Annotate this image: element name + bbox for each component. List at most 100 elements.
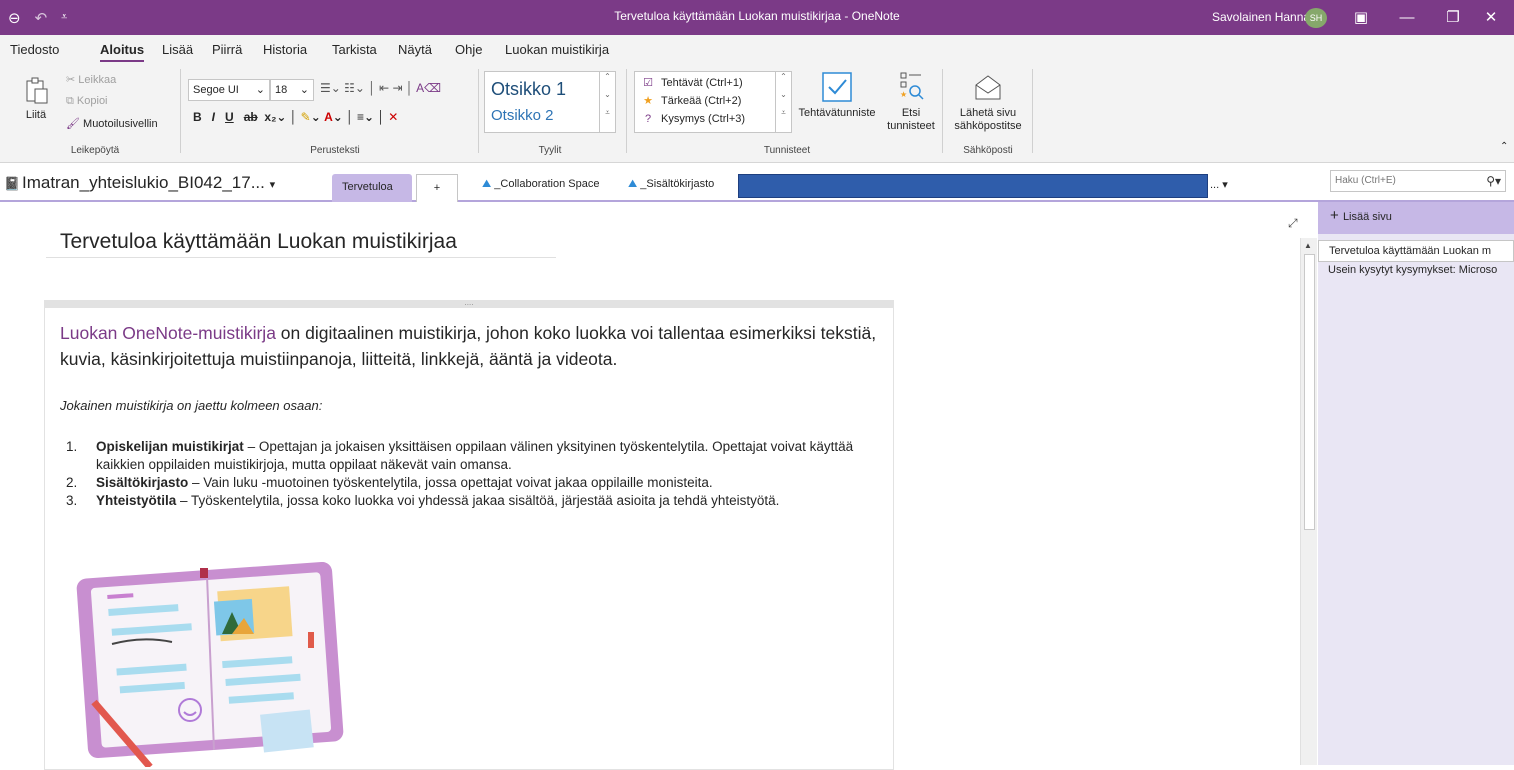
cut-button[interactable]: ✂ Leikkaa xyxy=(66,73,116,86)
todo-tag-button[interactable]: Tehtävätunniste xyxy=(796,71,878,120)
list-buttons[interactable]: ☰⌄ ☷⌄ │ ⇤ ⇥ │ A⌫ xyxy=(320,81,441,95)
collapse-ribbon-icon[interactable]: ⌃ xyxy=(1500,141,1508,152)
list-item: 1. Opiskelijan muistikirjat – Opettajan j… xyxy=(66,439,854,472)
ribbon-display-icon[interactable]: ▣ xyxy=(1338,0,1384,35)
paste-button[interactable]: Liitä xyxy=(22,75,50,122)
page-title[interactable]: Tervetuloa käyttämään Luokan muistikirja… xyxy=(60,230,457,254)
basic-text-group-label: Perusteksti xyxy=(310,145,360,156)
tags-group-label: Tunnisteet xyxy=(763,145,811,156)
fullscreen-icon[interactable]: ⤢ xyxy=(1288,216,1298,231)
avatar[interactable]: SH xyxy=(1305,8,1327,28)
group-divider xyxy=(478,69,479,153)
section-group-collaboration[interactable]: ⛰ _Collaboration Space xyxy=(482,178,599,191)
ribbon: Liitä ✂ Leikkaa ⧉ Kopioi 🖌 Muotoilusivel… xyxy=(0,63,1514,163)
page-list: + Lisää sivu Tervetuloa käyttämään Luoka… xyxy=(1318,202,1514,765)
intro-link[interactable]: Luokan OneNote-muistikirja xyxy=(60,323,276,343)
back-icon[interactable]: ⊖ xyxy=(8,9,21,27)
envelope-icon xyxy=(975,75,1001,100)
checkbox-icon: ☑ xyxy=(643,77,653,89)
notebook-selector[interactable]: Imatran_yhteislukio_BI042_17... ▾ xyxy=(22,173,275,193)
tab-view[interactable]: Näytä xyxy=(398,42,432,57)
clipboard-group-label: Leikepöytä xyxy=(70,145,120,156)
tab-home[interactable]: Aloitus xyxy=(100,42,145,62)
brush-icon: 🖌 xyxy=(66,118,84,130)
tab-draw[interactable]: Piirrä xyxy=(212,42,242,57)
styles-group-label: Tyylit xyxy=(538,145,562,156)
copy-icon: ⧉ xyxy=(66,95,77,107)
scroll-thumb[interactable] xyxy=(1304,254,1315,530)
page-scrollbar[interactable]: ▲ xyxy=(1300,238,1317,765)
tab-help[interactable]: Ohje xyxy=(455,42,482,57)
customize-toolbar-icon[interactable]: ⩡ xyxy=(61,11,67,24)
ribbon-tabs: Tiedosto Aloitus Lisää Piirrä Historia T… xyxy=(0,35,1514,63)
email-page-button[interactable]: Lähetä sivu sähköpostitse xyxy=(948,71,1028,133)
group-divider xyxy=(626,69,627,153)
page-item-faq[interactable]: Usein kysytyt kysymykset: Microso xyxy=(1318,260,1514,282)
tags-scrollbar[interactable]: ⌃ ⌄ ⩡ xyxy=(775,72,791,132)
tab-review[interactable]: Tarkista xyxy=(332,42,377,57)
section-group-icon: ⛰ xyxy=(628,178,641,190)
intro-paragraph[interactable]: Luokan OneNote-muistikirja on digitaalin… xyxy=(60,320,880,372)
email-group-label: Sähköposti xyxy=(963,145,1013,156)
page-canvas[interactable]: Tervetuloa käyttämään Luokan muistikirja… xyxy=(0,202,1300,770)
list-item: 3. Yhteistyötila – Työskentelytila, jossa… xyxy=(66,493,780,508)
page-item-welcome[interactable]: Tervetuloa käyttämään Luokan m xyxy=(1318,240,1514,262)
notebook-illustration xyxy=(76,562,344,767)
notebook-icon: 📓 xyxy=(4,176,21,191)
tag-question[interactable]: ? Kysymys (Ctrl+3) xyxy=(641,111,745,127)
format-buttons[interactable]: B I U ab x₂⌄ │ ✎⌄ A⌄ │ ≡⌄ │ ✕ xyxy=(193,110,398,124)
user-name[interactable]: Savolainen Hanna xyxy=(1212,0,1310,35)
style-heading2[interactable]: Otsikko 2 xyxy=(491,107,554,124)
undo-icon[interactable]: ↶ xyxy=(35,9,48,27)
format-painter-button[interactable]: 🖌 Muotoilusivellin xyxy=(66,117,158,130)
add-section-button[interactable]: + xyxy=(416,174,458,202)
find-tags-icon: ★ xyxy=(900,72,924,100)
tab-insert[interactable]: Lisää xyxy=(162,42,193,57)
section-group-icon: ⛰ xyxy=(482,178,495,190)
star-icon: ★ xyxy=(643,95,653,107)
svg-text:★: ★ xyxy=(900,90,907,99)
container-handle[interactable]: .... xyxy=(45,299,893,307)
tag-todo[interactable]: ☑ Tehtävät (Ctrl+1) xyxy=(641,75,743,91)
clipboard-icon xyxy=(26,77,48,104)
section-group-content-library[interactable]: ⛰ _Sisältökirjasto xyxy=(628,178,714,191)
tab-history[interactable]: Historia xyxy=(263,42,307,57)
sections-heading: Jokainen muistikirja on jaettu kolmeen o… xyxy=(60,398,323,413)
search-icon[interactable]: ⚲▾ xyxy=(1486,171,1501,191)
styles-scrollbar[interactable]: ⌃ ⌄ ⩡ xyxy=(599,72,615,132)
chevron-down-icon: ⌄ xyxy=(255,84,265,96)
group-divider xyxy=(180,69,181,153)
find-tags-button[interactable]: ★ Etsi tunnisteet xyxy=(884,71,938,133)
tab-class-notebook[interactable]: Luokan muistikirja xyxy=(505,42,609,57)
redacted-section-tabs xyxy=(738,174,1208,198)
font-size-select[interactable]: 18 ⌄ xyxy=(270,79,314,101)
sections-list: 1. Opiskelijan muistikirjat – Opettajan j… xyxy=(66,438,886,510)
search-input[interactable]: Haku (Ctrl+E) ⚲▾ xyxy=(1330,170,1506,192)
close-icon[interactable]: ✕ xyxy=(1468,0,1514,35)
scissors-icon: ✂ xyxy=(66,74,79,86)
style-heading1[interactable]: Otsikko 1 xyxy=(491,79,566,100)
section-tab-welcome[interactable]: Tervetuloa xyxy=(332,174,412,202)
tags-gallery[interactable]: ☑ Tehtävät (Ctrl+1) ★ Tärkeää (Ctrl+2) ? Ky… xyxy=(634,71,792,133)
group-divider xyxy=(942,69,943,153)
group-divider xyxy=(1032,69,1033,153)
question-icon: ? xyxy=(644,113,652,125)
scroll-up-icon[interactable]: ▲ xyxy=(1304,241,1312,250)
font-select[interactable]: Segoe UI ⌄ xyxy=(188,79,270,101)
notebook-bar: 📓 Imatran_yhteislukio_BI042_17... ▾ Terv… xyxy=(0,164,1514,202)
copy-button[interactable]: ⧉ Kopioi xyxy=(66,95,108,108)
styles-gallery[interactable]: Otsikko 1 Otsikko 2 ⌃ ⌄ ⩡ xyxy=(484,71,616,133)
checkmark-box-icon xyxy=(822,72,852,102)
chevron-down-icon: ▾ xyxy=(269,179,276,191)
list-item: 2. Sisältökirjasto – Vain luku -muotoinen… xyxy=(66,475,713,490)
quick-access-toolbar: ⊖ ↶ ⩡ xyxy=(8,0,67,35)
tag-important[interactable]: ★ Tärkeää (Ctrl+2) xyxy=(641,93,741,109)
add-page-button[interactable]: + Lisää sivu xyxy=(1318,202,1514,234)
tab-file[interactable]: Tiedosto xyxy=(10,42,59,57)
more-sections-button[interactable]: ... ▾ xyxy=(1210,178,1228,191)
plus-icon: + xyxy=(1330,207,1343,224)
title-bar: ⊖ ↶ ⩡ Tervetuloa käyttämään Luokan muist… xyxy=(0,0,1514,35)
minimize-icon[interactable]: — xyxy=(1384,0,1430,35)
title-divider xyxy=(46,257,556,258)
chevron-down-icon: ⌄ xyxy=(299,84,309,96)
